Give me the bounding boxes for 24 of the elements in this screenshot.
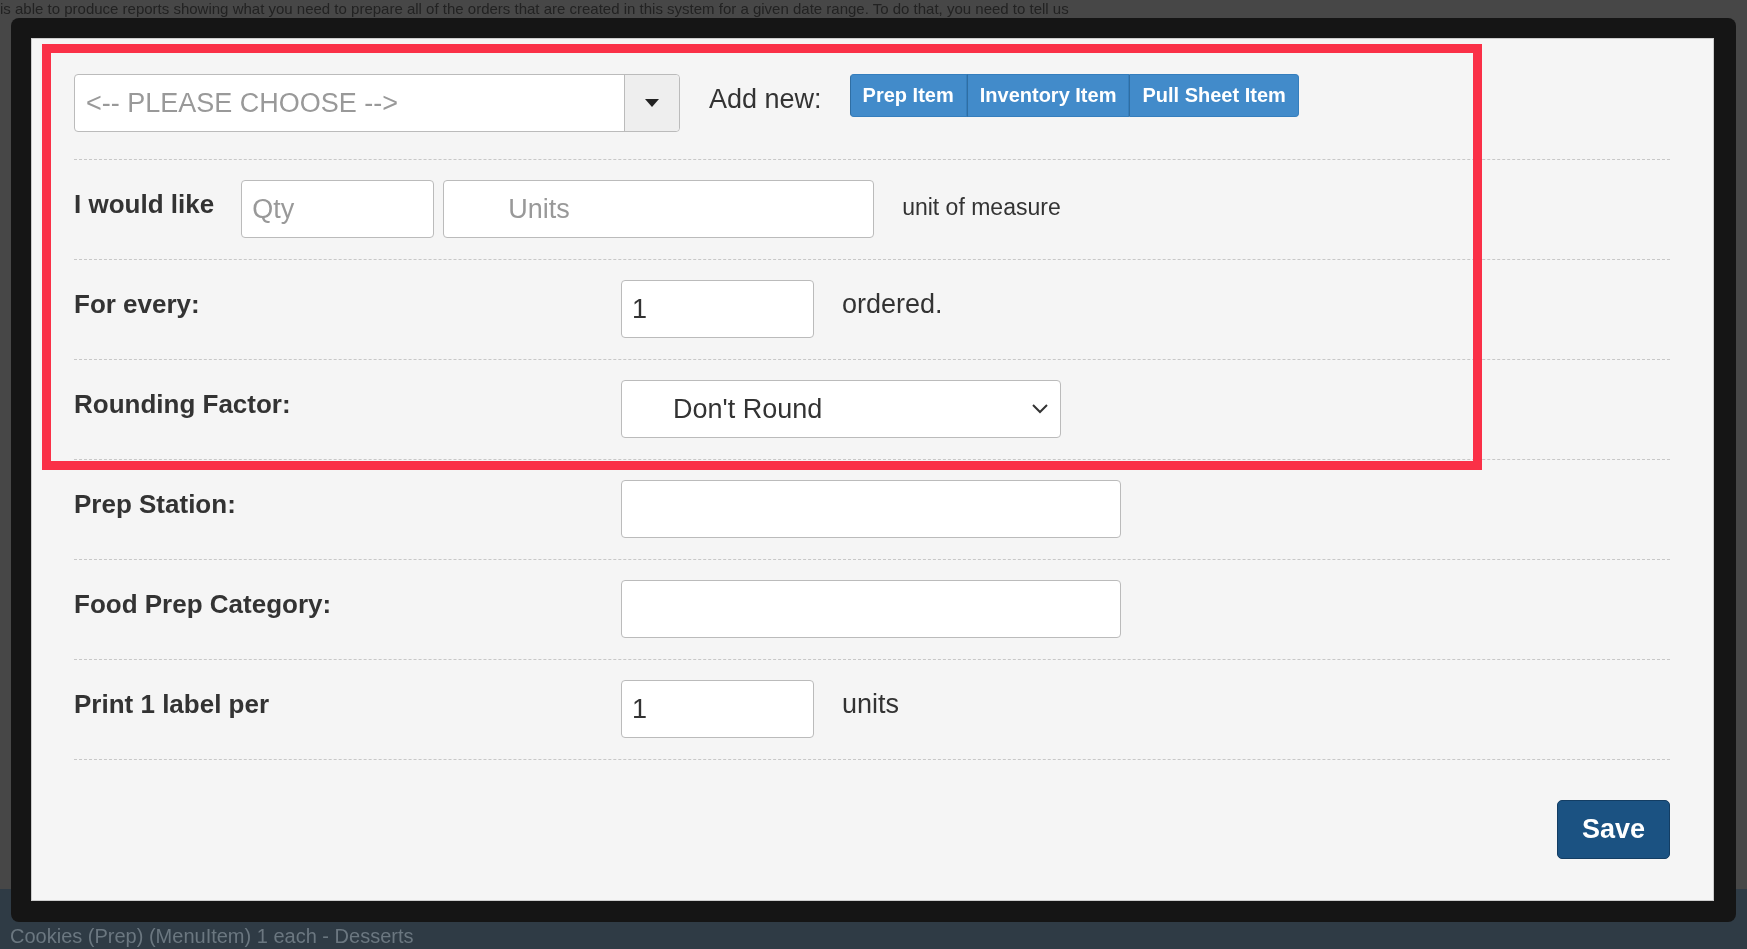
field-label: Print 1 label per [74,688,271,720]
add-new-label: Add new: [709,84,822,115]
field-label: For every: [74,288,201,320]
rounding-select[interactable]: Don't Round [621,380,1061,438]
field-suffix: ordered. [842,289,943,320]
units-field[interactable]: Units [443,180,875,238]
number-field[interactable]: 1 [621,680,814,738]
save-button[interactable]: Save [1557,800,1670,859]
text-field[interactable] [621,480,1121,538]
text-field[interactable] [621,580,1121,638]
field-label: Rounding Factor: [74,388,292,420]
page-text: Cookies (Prep) (MenuItem) 1 each - Desserts [10,924,414,948]
field-label: Food Prep Category: [74,588,333,620]
add-item-button[interactable]: Prep Item [849,74,967,117]
field-suffix: units [842,689,900,720]
chevron-icon [1032,404,1048,414]
field-suffix: unit of measure [902,194,1061,221]
field-label: Prep Station: [74,488,237,520]
number-field[interactable]: 1 [621,280,814,338]
field-label: I would like [74,188,215,220]
add-item-button[interactable]: Inventory Item [966,74,1130,117]
caret-icon [645,99,659,107]
add-item-button[interactable]: Pull Sheet Item [1129,74,1299,117]
qty-field[interactable]: Qty [241,180,435,238]
